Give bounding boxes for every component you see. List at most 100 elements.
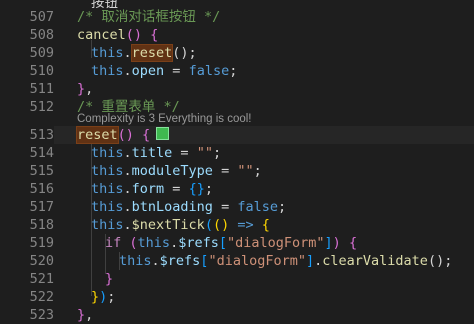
code-token: false bbox=[188, 63, 230, 79]
code-line[interactable]: 510 this.open = false; bbox=[0, 62, 474, 80]
code-token: $nextTick bbox=[131, 217, 205, 233]
line-code: }, bbox=[77, 306, 93, 324]
line-number: 517 bbox=[29, 199, 54, 215]
line-code: }); bbox=[77, 288, 115, 306]
code-token: this bbox=[91, 217, 124, 233]
codelens-complexity[interactable]: Complexity is 3 Everything is cool! bbox=[77, 112, 251, 126]
code-token: moduleType bbox=[131, 163, 213, 179]
code-editor[interactable]: { "editor": { "codelens": "Complexity is… bbox=[0, 0, 474, 323]
code-token: { bbox=[142, 127, 151, 143]
code-token: . bbox=[170, 235, 179, 251]
code-token: => bbox=[229, 217, 262, 233]
line-number: 510 bbox=[29, 63, 54, 79]
code-token: . bbox=[123, 199, 132, 215]
line-number: 518 bbox=[29, 217, 54, 233]
code-line[interactable]: 518 this.$nextTick(() => { bbox=[0, 216, 474, 234]
code-token: (); bbox=[172, 45, 197, 61]
code-token: = bbox=[164, 63, 189, 79]
code-token: ; bbox=[212, 145, 222, 161]
code-token: () bbox=[125, 27, 151, 43]
code-token: . bbox=[123, 45, 132, 61]
code-line[interactable]: 515 this.moduleType = ""; bbox=[0, 162, 474, 180]
code-token: form bbox=[131, 181, 165, 197]
line-number: 511 bbox=[29, 81, 54, 97]
line-number: 507 bbox=[29, 9, 54, 25]
code-token: this bbox=[137, 235, 171, 251]
line-code: reset() { bbox=[76, 126, 170, 144]
code-line[interactable]: 519 if (this.$refs["dialogForm"]) { bbox=[0, 234, 474, 252]
code-token: ; bbox=[277, 199, 287, 215]
code-line[interactable]: 521} bbox=[0, 270, 474, 288]
code-token: ; bbox=[107, 289, 116, 305]
code-token: . bbox=[123, 145, 132, 161]
code-token: $refs bbox=[159, 253, 201, 269]
code-token: . bbox=[123, 181, 132, 197]
code-line[interactable]: 517 this.btnLoading = false; bbox=[0, 198, 474, 216]
line-code: } bbox=[77, 270, 113, 288]
code-token: open bbox=[131, 63, 165, 79]
code-token: } bbox=[77, 81, 86, 97]
line-number: 521 bbox=[29, 271, 54, 287]
code-token: = bbox=[164, 181, 189, 197]
code-token: btnLoading bbox=[131, 199, 213, 215]
code-token: if bbox=[105, 235, 122, 251]
code-line[interactable]: 520 this.$refs["dialogForm"].clearValidat… bbox=[0, 252, 474, 270]
code-line[interactable]: 513 reset() { bbox=[0, 126, 474, 144]
code-line[interactable]: 523}, bbox=[0, 306, 474, 324]
code-token: { bbox=[348, 235, 358, 251]
complexity-ok-icon bbox=[156, 127, 170, 140]
code-token: [ bbox=[218, 235, 227, 251]
code-line[interactable]: 507 /* 取消对话框按钮 */ bbox=[0, 8, 474, 26]
code-line[interactable]: 522}); bbox=[0, 288, 474, 306]
code-line[interactable]: 509 this.reset(); bbox=[0, 44, 474, 62]
code-token: reset bbox=[76, 126, 119, 144]
code-token: "dialogForm" bbox=[208, 253, 306, 269]
line-code: this.btnLoading = false; bbox=[77, 198, 286, 216]
line-number: 509 bbox=[29, 45, 54, 61]
code-token: . bbox=[151, 253, 160, 269]
line-number: 513 bbox=[29, 127, 54, 143]
code-token: $refs bbox=[178, 235, 219, 251]
line-code: if (this.$refs["dialogForm"]) { bbox=[77, 234, 357, 252]
code-token: ( bbox=[129, 235, 138, 251]
code-token: {} bbox=[188, 181, 205, 197]
code-token: } bbox=[77, 307, 86, 323]
line-number: 520 bbox=[29, 253, 54, 269]
code-token: reset bbox=[130, 44, 174, 62]
code-line[interactable]: 508 cancel() { bbox=[0, 26, 474, 44]
code-token: this bbox=[91, 145, 124, 161]
code-token: () bbox=[117, 127, 143, 143]
line-number: 508 bbox=[29, 27, 54, 43]
code-token: "" bbox=[237, 163, 254, 179]
code-token: } bbox=[91, 289, 100, 305]
code-token: "dialogForm" bbox=[226, 235, 325, 251]
code-token: this bbox=[119, 253, 152, 269]
code-token: = bbox=[212, 163, 238, 179]
code-token: ; bbox=[253, 163, 262, 179]
line-code: this.moduleType = ""; bbox=[77, 162, 262, 180]
code-line[interactable]: 516 this.form = {}; bbox=[0, 180, 474, 198]
code-token: title bbox=[131, 145, 173, 161]
code-line[interactable]: 511}, bbox=[0, 80, 474, 98]
code-token: this bbox=[91, 63, 124, 79]
code-token: /* 取消对话框按钮 */ bbox=[77, 9, 221, 25]
code-token: , bbox=[85, 307, 94, 323]
code-token: ) bbox=[332, 235, 341, 251]
code-token: . bbox=[123, 63, 132, 79]
code-token: . bbox=[123, 163, 132, 179]
line-code: this.$refs["dialogForm"].clearValidate()… bbox=[77, 252, 452, 270]
line-code: this.form = {}; bbox=[77, 180, 213, 198]
code-token: = bbox=[172, 145, 197, 161]
code-token: . bbox=[123, 217, 132, 233]
code-line[interactable]: 514 this.title = ""; bbox=[0, 144, 474, 162]
code-token: , bbox=[85, 81, 94, 97]
code-token: this bbox=[91, 163, 124, 179]
code-token: () bbox=[212, 217, 230, 233]
line-code: this.reset(); bbox=[77, 44, 197, 62]
code-token: clearValidate bbox=[322, 253, 428, 269]
code-token: "" bbox=[196, 145, 213, 161]
code-token: { bbox=[261, 217, 270, 233]
line-number: 516 bbox=[29, 181, 54, 197]
line-number: 515 bbox=[29, 163, 54, 179]
line-code: cancel() { bbox=[77, 26, 158, 44]
